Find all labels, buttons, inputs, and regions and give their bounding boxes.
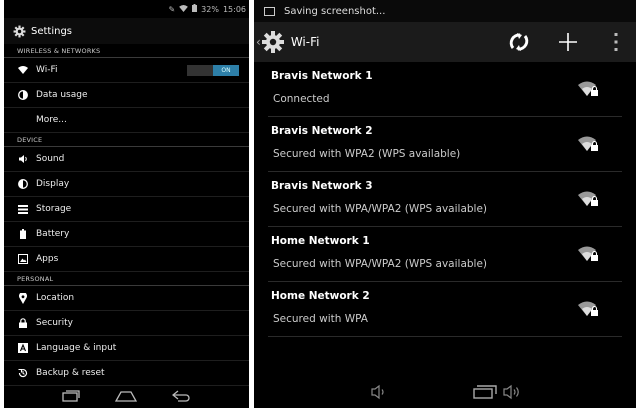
settings-item-label: More... [36,115,67,125]
page-title: Settings [31,25,73,37]
settings-item-data-usage[interactable]: Data usage [4,83,249,108]
notification-bar: Saving screenshot... [254,0,636,22]
wifi-signal-locked-icon [578,81,598,96]
network-status: Connected [273,93,330,105]
section-device: DEVICE [4,133,249,147]
network-ssid: Bravis Network 1 [271,70,373,82]
wifi-signal-locked-icon [578,301,598,316]
settings-item-label: Display [36,179,70,189]
network-status: Secured with WPA/WPA2 (WPS available) [273,203,488,215]
network-ssid: Bravis Network 2 [271,125,373,137]
wifi-toggle[interactable]: ON [187,65,239,76]
home-icon[interactable] [115,390,138,402]
network-ssid: Bravis Network 3 [271,180,373,192]
location-pin-icon [18,292,28,304]
battery-icon [192,4,198,14]
network-list-item[interactable]: Home Network 2 Secured with WPA [268,282,622,337]
sound-icon [18,154,28,164]
section-personal: PERSONAL [4,272,249,286]
lock-icon [18,318,28,328]
network-list-item[interactable]: Home Network 1 Secured with WPA/WPA2 (WP… [268,227,622,282]
settings-item-label: Sound [36,154,65,164]
display-icon [18,179,28,189]
network-status: Secured with WPA [273,313,368,325]
settings-item-label: Apps [36,254,59,264]
wifi-status-icon [179,4,189,14]
settings-item-more[interactable]: More... [4,108,249,133]
data-usage-icon [18,90,28,100]
add-network-icon[interactable] [556,30,580,54]
battery-settings-icon [18,229,28,239]
wps-icon[interactable] [507,30,531,54]
settings-item-display[interactable]: Display [4,172,249,197]
settings-item-security[interactable]: Security [4,311,249,336]
network-list-item[interactable]: Bravis Network 1 Connected [268,62,622,117]
screenshot-icon: ✎ [168,4,176,14]
action-bar: ‹ Wi-Fi [254,22,636,62]
screenshot-image-icon [264,6,275,16]
navigation-bar [254,378,636,408]
settings-gear-icon [13,25,26,37]
battery-percent: 32% [201,4,219,14]
clock: 15:06 [222,4,246,14]
network-status: Secured with WPA2 (WPS available) [273,148,461,160]
settings-item-battery[interactable]: Battery [4,222,249,247]
settings-header: Settings [4,18,249,44]
settings-item-label: Language & input [36,343,117,353]
wifi-signal-locked-icon [578,136,598,151]
settings-item-storage[interactable]: Storage [4,197,249,222]
language-icon [18,343,28,353]
network-ssid: Home Network 2 [271,290,370,302]
wifi-icon [18,65,28,75]
notification-text: Saving screenshot... [284,5,386,17]
settings-item-backup[interactable]: Backup & reset [4,361,249,386]
wifi-panel: Saving screenshot... ‹ Wi-Fi Bravis Netw… [254,0,636,408]
settings-item-apps[interactable]: Apps [4,247,249,272]
settings-item-wifi[interactable]: Wi-Fi ON [4,58,249,83]
backup-restore-icon [18,368,28,378]
network-list-item[interactable]: Bravis Network 2 Secured with WPA2 (WPS … [268,117,622,172]
status-bar: ✎ 32% 15:06 [4,0,249,18]
navigation-bar [4,384,249,408]
settings-item-label: Wi-Fi [36,65,58,75]
settings-item-location[interactable]: Location [4,286,249,311]
back-icon[interactable] [171,390,192,402]
settings-item-label: Location [36,293,75,303]
settings-item-label: Data usage [36,90,88,100]
overflow-menu-icon[interactable] [604,30,628,54]
network-ssid: Home Network 1 [271,235,370,247]
volume-down-icon[interactable] [370,384,388,400]
network-list-item[interactable]: Bravis Network 3 Secured with WPA/WPA2 (… [268,172,622,227]
settings-item-sound[interactable]: Sound [4,147,249,172]
apps-icon [18,254,28,264]
recent-apps-icon[interactable] [472,384,498,400]
settings-item-label: Backup & reset [36,368,105,378]
storage-icon [18,204,28,214]
settings-item-label: Storage [36,204,72,214]
volume-up-icon[interactable] [502,384,522,400]
wifi-toggle-state: ON [213,65,239,76]
settings-item-label: Security [36,318,73,328]
section-wireless: WIRELESS & NETWORKS [4,44,249,58]
network-status: Secured with WPA/WPA2 (WPS available) [273,258,488,270]
recent-apps-icon[interactable] [61,390,81,402]
page-title: Wi-Fi [290,35,320,49]
settings-item-language[interactable]: Language & input [4,336,249,361]
settings-item-label: Battery [36,229,70,239]
settings-gear-icon[interactable] [261,30,285,54]
wifi-signal-locked-icon [578,246,598,261]
settings-panel: ✎ 32% 15:06 Settings WIRELESS & NETWORKS [4,0,249,408]
wifi-signal-locked-icon [578,191,598,206]
